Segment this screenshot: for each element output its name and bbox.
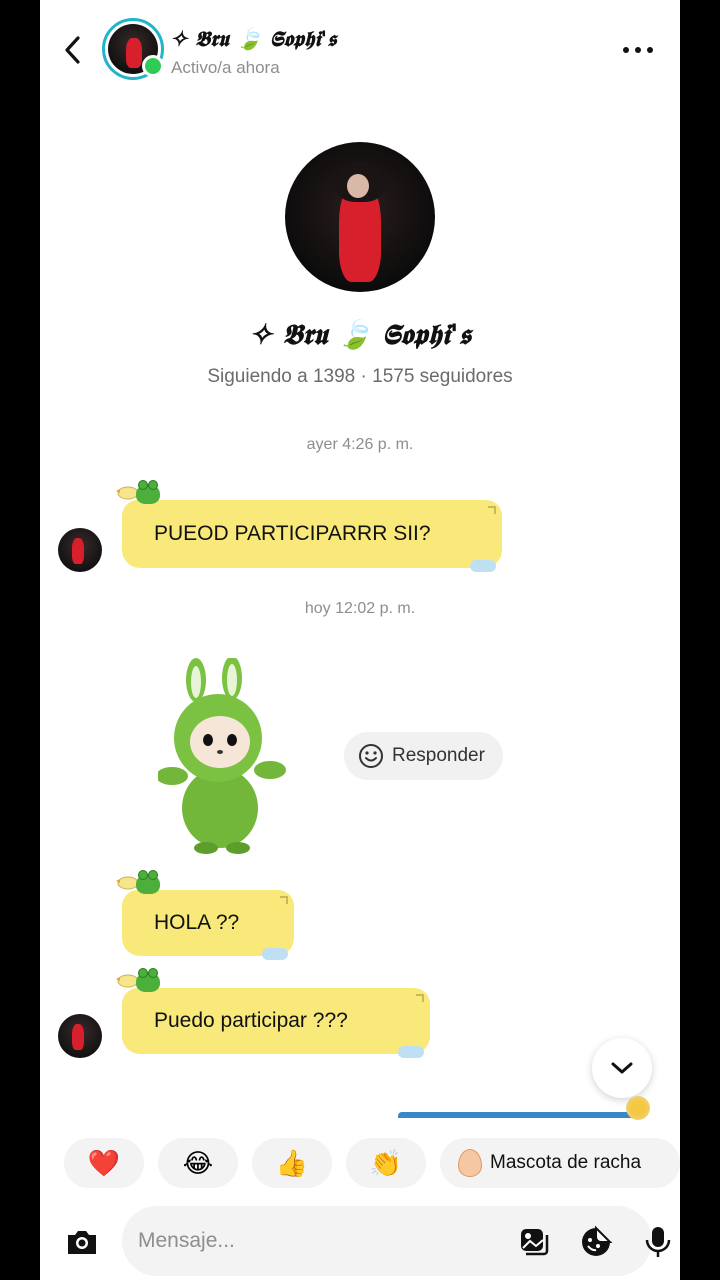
more-options-button[interactable] [620, 40, 656, 60]
message-input[interactable] [138, 1224, 438, 1258]
streak-pet-button[interactable]: Mascota de racha [440, 1138, 680, 1188]
gallery-button[interactable] [516, 1224, 552, 1260]
timestamp: ayer 4:26 p. m. [306, 436, 414, 453]
message-text: HOLA ?? [154, 911, 240, 934]
reply-button[interactable]: Responder [344, 732, 503, 780]
smiley-icon [359, 744, 383, 768]
microphone-icon [645, 1227, 671, 1257]
outgoing-message-edge [398, 1112, 638, 1118]
scroll-down-button[interactable] [592, 1038, 652, 1098]
reaction-heart[interactable]: ❤️ [64, 1138, 144, 1188]
frog-icon [136, 480, 160, 504]
profile-stats: Siguiendo a 1398 · 1575 seguidores [207, 366, 513, 387]
profile-name: ✧ 𝕭𝖗𝖚 🍃 𝕾𝖔𝖕𝖍𝖎'𝖘 [249, 318, 471, 351]
sun-icon [626, 1096, 650, 1120]
more-horizontal-icon [623, 47, 629, 53]
reaction-thumbs-up[interactable]: 👍 [252, 1138, 332, 1188]
sticker-icon [582, 1225, 613, 1256]
message-text: Puedo participar ??? [154, 1009, 348, 1032]
frog-icon [136, 870, 160, 894]
voice-button[interactable] [640, 1224, 676, 1260]
message-composer [122, 1206, 671, 1276]
chevron-down-icon [611, 1062, 633, 1074]
cloud-icon [470, 560, 496, 572]
streak-pet-label: Mascota de racha [490, 1152, 642, 1173]
chat-screen: ✧ 𝕭𝖗𝖚 🍃 𝕾𝖔𝖕𝖍𝖎'𝖘 Activo/a ahora ✧ 𝕭𝖗𝖚 🍃 𝕾… [40, 0, 680, 1280]
message-bubble[interactable]: Puedo participar ??? [116, 968, 430, 1058]
sender-avatar[interactable] [58, 1014, 102, 1058]
cloud-icon [262, 948, 288, 960]
camera-button[interactable] [62, 1222, 102, 1262]
cloud-icon [398, 1046, 424, 1058]
online-indicator [142, 55, 164, 77]
frog-icon [136, 968, 160, 992]
header-avatar[interactable] [102, 18, 164, 80]
reaction-laugh[interactable]: 😂 [158, 1138, 238, 1188]
message-bubble[interactable]: PUEOD PARTICIPARRR SII? [116, 480, 502, 572]
message-bubble[interactable]: HOLA ?? [116, 870, 294, 960]
green-plush-sticker[interactable] [158, 658, 290, 854]
quick-reactions: ❤️ 😂 👍 👏 Mascota de racha [64, 1138, 680, 1190]
active-status: Activo/a ahora [171, 58, 280, 77]
chat-title[interactable]: ✧ 𝕭𝖗𝖚 🍃 𝕾𝖔𝖕𝖍𝖎'𝖘 [170, 26, 336, 52]
profile-picture[interactable] [285, 142, 435, 292]
back-button[interactable] [58, 30, 88, 70]
chevron-left-icon [65, 36, 80, 64]
reaction-clap[interactable]: 👏 [346, 1138, 426, 1188]
camera-icon [68, 1231, 96, 1254]
gallery-icon [521, 1229, 549, 1256]
egg-icon [458, 1149, 482, 1177]
reply-label: Responder [392, 745, 485, 766]
timestamp: hoy 12:02 p. m. [304, 600, 416, 617]
sender-avatar[interactable] [58, 528, 102, 572]
message-text: PUEOD PARTICIPARRR SII? [154, 522, 431, 545]
sticker-button[interactable] [578, 1224, 614, 1260]
